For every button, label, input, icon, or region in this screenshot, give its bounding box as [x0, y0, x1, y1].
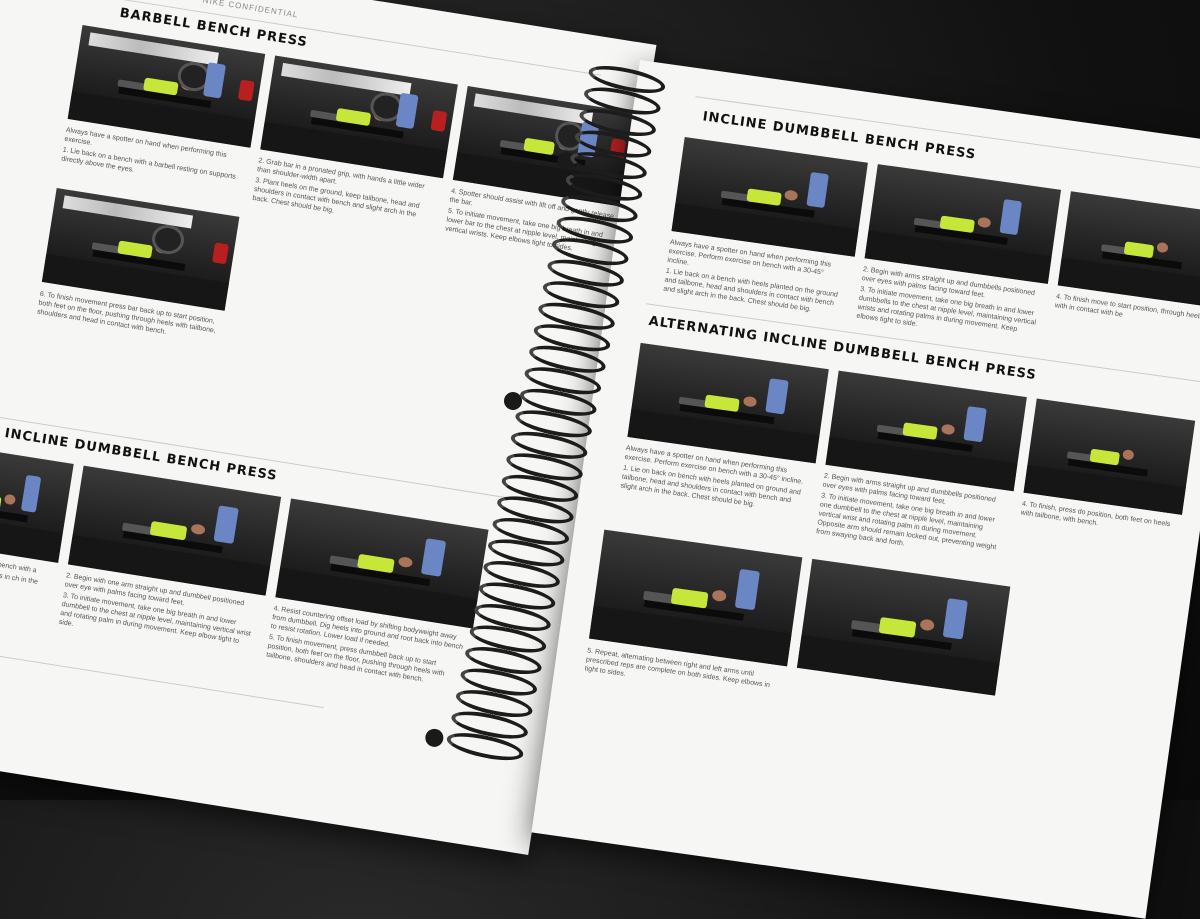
exercise-photo	[41, 187, 240, 311]
exercise-photo	[67, 25, 266, 148]
exercise-photo	[588, 529, 803, 667]
exercise-photo	[796, 558, 1011, 696]
exercise-photo	[1023, 398, 1196, 515]
page-header: NIKE CONFIDENTIAL	[202, 0, 300, 20]
exercise-photo	[825, 370, 1027, 492]
exercise-photo	[627, 342, 829, 464]
exercise-photo	[260, 55, 458, 179]
exercise-photo	[864, 164, 1062, 284]
exercise-photo	[0, 440, 74, 563]
exercise-photo	[1057, 191, 1200, 308]
exercise-photo	[671, 136, 868, 257]
